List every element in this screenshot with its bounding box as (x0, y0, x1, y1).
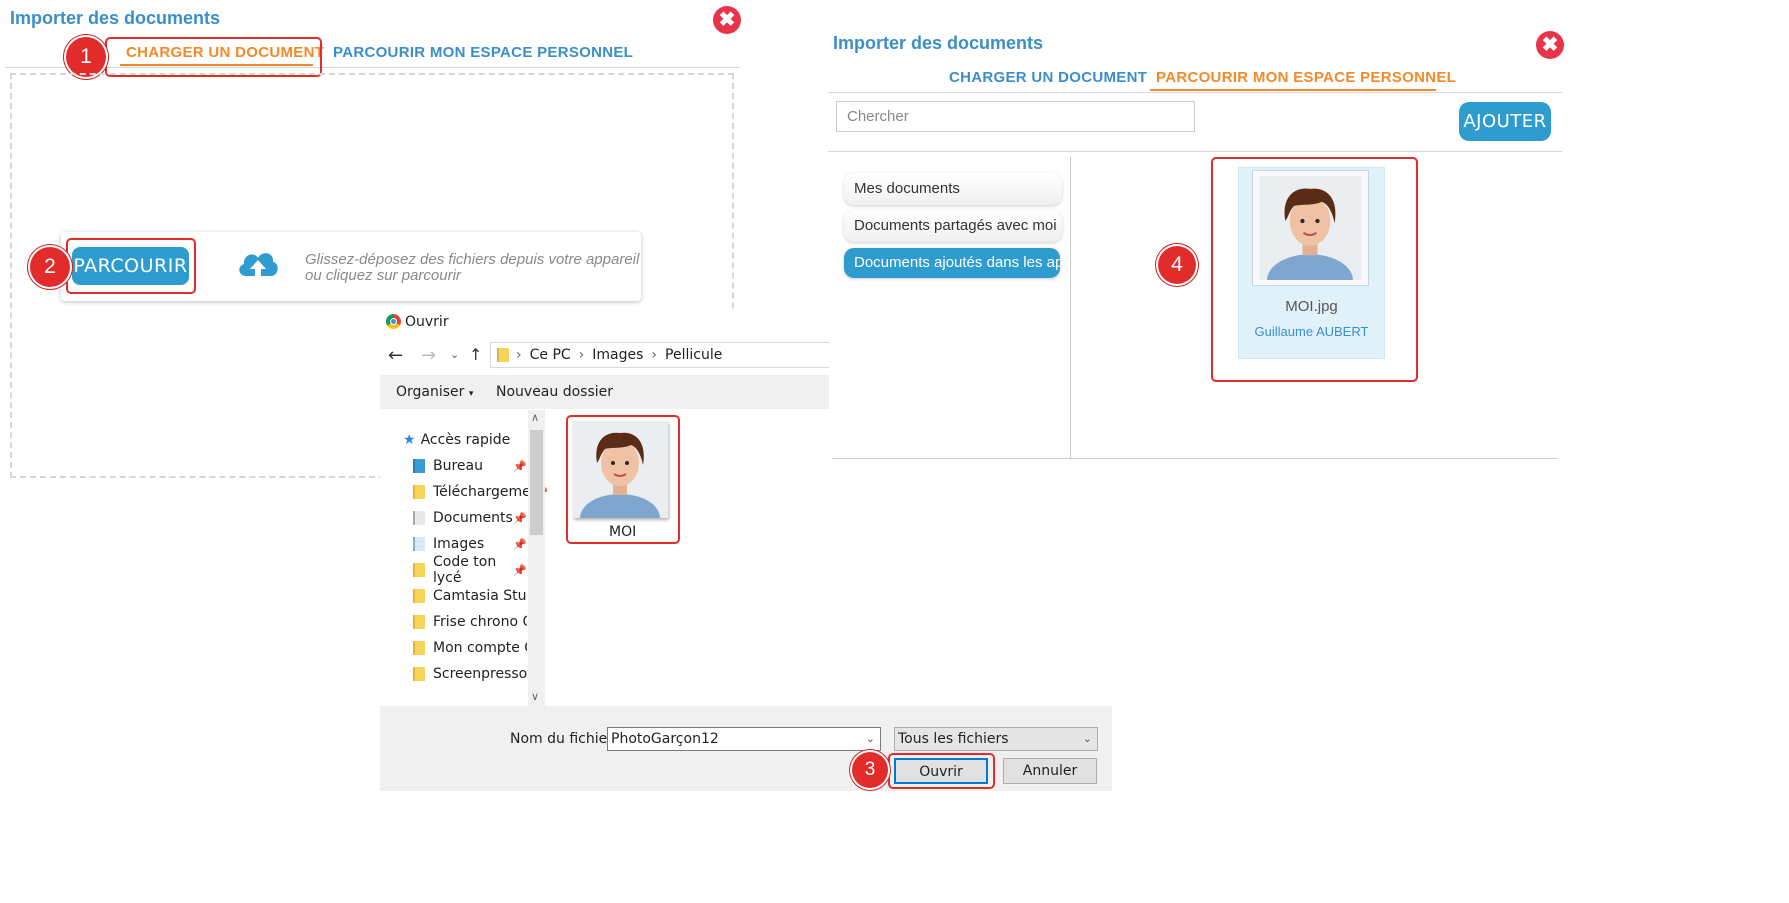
breadcrumb-chevron-icon: › (516, 347, 522, 363)
nav-scrollbar-thumb[interactable] (530, 430, 543, 535)
chrome-icon (386, 314, 401, 329)
annuler-button[interactable]: Annuler (1003, 758, 1097, 784)
sidebar-divider (1070, 157, 1071, 459)
tab-parcourir-espace[interactable]: PARCOURIR MON ESPACE PERSONNEL (1156, 69, 1456, 86)
nav-label: Frise chrono ON (433, 614, 527, 630)
search-input[interactable]: Chercher (836, 101, 1195, 132)
file-type-value: Tous les fichiers (898, 731, 1009, 747)
content-bottom-divider (832, 458, 1557, 459)
pin-icon: 📌 (513, 511, 527, 525)
step-badge-2: 2 (30, 247, 70, 287)
breadcrumb-chevron-icon: › (651, 347, 658, 363)
nav-label: Accès rapide (420, 432, 511, 448)
organize-label: Organiser (396, 384, 465, 400)
folder-icon (413, 641, 425, 655)
new-folder-button[interactable]: Nouveau dossier (496, 384, 613, 400)
images-folder-icon (413, 537, 425, 551)
step-badge-3: 3 (852, 752, 888, 788)
highlight-box-step2 (66, 238, 196, 294)
nav-label: Documents (433, 510, 513, 526)
nav-label: Mon compte ON (433, 640, 527, 656)
nav-item-bureau[interactable]: Bureau 📌 (413, 453, 527, 479)
nav-item-screenpresso[interactable]: Screenpresso (413, 661, 527, 687)
pin-icon: 📌 (513, 459, 527, 473)
ajouter-button[interactable]: AJOUTER (1459, 102, 1551, 141)
nav-label: Téléchargeme (433, 484, 531, 500)
chevron-down-icon: ⌄ (865, 732, 875, 745)
nav-item-acces-rapide[interactable]: ★ Accès rapide (403, 427, 527, 453)
cloud-upload-icon (239, 253, 278, 278)
folder-icon (413, 589, 425, 603)
chevron-down-icon: ⌄ (1082, 732, 1092, 745)
active-tab-underline (1150, 89, 1436, 91)
filename-value: PhotoGarçon12 (611, 731, 719, 747)
toolbar-divider (828, 151, 1562, 152)
folder-icon (413, 563, 425, 577)
left-dialog-title: Importer des documents (10, 8, 221, 28)
scroll-down-icon[interactable]: ∨ (531, 690, 539, 703)
sidebar-item-documents-partages[interactable]: Documents partagés avec moi (844, 210, 1062, 242)
breadcrumb-item[interactable]: Images (592, 347, 643, 363)
nav-item-frise-chrono[interactable]: Frise chrono ON (413, 609, 527, 635)
documents-folder-icon (413, 511, 425, 525)
file-type-select[interactable]: Tous les fichiers ⌄ (894, 727, 1098, 751)
star-icon: ★ (403, 432, 416, 448)
nav-label: Bureau (433, 458, 483, 474)
back-arrow-icon[interactable]: ← (388, 345, 403, 366)
breadcrumb-chevron-icon: › (578, 347, 585, 363)
recent-dropdown-icon[interactable]: ⌄ (450, 348, 459, 361)
drop-hint-line2: ou cliquez sur parcourir (305, 267, 461, 284)
nav-item-documents[interactable]: Documents 📌 (413, 505, 527, 531)
sidebar-item-mes-documents[interactable]: Mes documents (844, 173, 1062, 205)
nav-item-telechargements[interactable]: Téléchargeme📌 (413, 479, 548, 505)
tab-charger-document[interactable]: CHARGER UN DOCUMENT (949, 69, 1147, 86)
nav-item-code-ton-lycee[interactable]: Code ton lycé 📌 (413, 554, 527, 586)
scroll-up-icon[interactable]: ∧ (531, 411, 539, 424)
left-close-icon[interactable]: ✖ (713, 6, 741, 34)
caret-down-icon: ▾ (468, 389, 474, 399)
step-badge-1: 1 (66, 37, 106, 77)
highlight-box-step4 (1211, 157, 1418, 382)
nav-label: Camtasia Studio (433, 588, 527, 604)
folder-icon (413, 615, 425, 629)
highlight-box-file (566, 415, 680, 544)
tab-divider (828, 92, 1562, 93)
filename-input[interactable]: PhotoGarçon12 ⌄ (607, 727, 881, 751)
highlight-box-step1 (105, 37, 322, 77)
forward-arrow-icon[interactable]: → (421, 345, 436, 366)
folder-icon (413, 667, 425, 681)
folder-icon (413, 459, 425, 473)
nav-label: Images (433, 536, 485, 552)
nav-item-mon-compte[interactable]: Mon compte ON (413, 635, 527, 661)
nav-item-camtasia[interactable]: Camtasia Studio (413, 583, 527, 609)
file-dialog-title: Ouvrir (405, 314, 449, 330)
tab-parcourir-espace[interactable]: PARCOURIR MON ESPACE PERSONNEL (333, 44, 633, 61)
download-folder-icon (413, 485, 425, 499)
folder-icon (497, 348, 509, 362)
nav-label: Code ton lycé (433, 554, 497, 586)
filename-label: Nom du fichier : (510, 731, 623, 747)
nav-pane: ★Accès rapide Bureau📌 Téléchargeme📌 Docu… (397, 427, 548, 687)
breadcrumb-item[interactable]: Ce PC (530, 347, 571, 363)
pin-icon: 📌 (513, 537, 527, 551)
up-arrow-icon[interactable]: ↑ (469, 345, 482, 364)
breadcrumb-item[interactable]: Pellicule (665, 347, 722, 363)
step-badge-4: 4 (1158, 246, 1196, 284)
right-close-icon[interactable]: ✖ (1536, 31, 1564, 59)
organize-menu[interactable]: Organiser ▾ (396, 384, 473, 400)
pin-icon: 📌 (513, 563, 527, 577)
nav-label: Screenpresso (433, 666, 528, 682)
highlight-box-step3 (888, 753, 995, 789)
right-dialog-title: Importer des documents (833, 33, 1044, 53)
breadcrumb: › Ce PC › Images › Pellicule (516, 347, 722, 363)
sidebar-item-documents-ajoutes[interactable]: Documents ajoutés dans les appl (844, 248, 1060, 278)
